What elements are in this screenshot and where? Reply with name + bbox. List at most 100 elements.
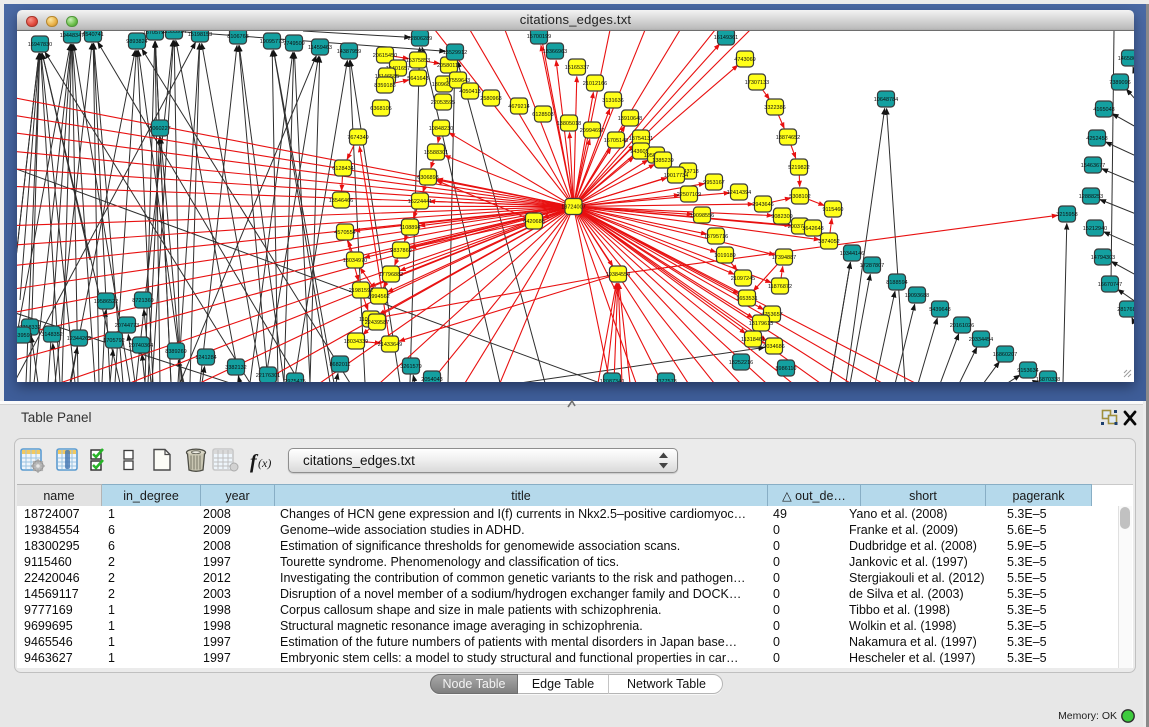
svg-text:9115460: 9115460 (822, 207, 843, 213)
svg-text:15212940: 15212940 (1083, 226, 1107, 232)
svg-text:16860207: 16860207 (993, 352, 1017, 358)
svg-text:3874052: 3874052 (818, 239, 839, 245)
svg-text:19017734: 19017734 (664, 173, 688, 179)
svg-text:3322386: 3322386 (764, 105, 785, 111)
svg-text:13546466: 13546466 (329, 198, 353, 204)
svg-text:18754131: 18754131 (629, 136, 653, 142)
svg-text:4165048: 4165048 (1093, 107, 1114, 113)
svg-text:2943646: 2943646 (752, 202, 773, 208)
svg-text:11459463: 11459463 (308, 45, 332, 51)
svg-text:1108894: 1108894 (399, 225, 420, 231)
svg-text:14387959: 14387959 (337, 49, 361, 55)
svg-text:8389269: 8389269 (165, 349, 186, 355)
svg-text:5439648: 5439648 (929, 307, 950, 313)
svg-text:5060227: 5060227 (149, 126, 170, 132)
svg-text:12344269: 12344269 (67, 336, 91, 342)
svg-text:8721369: 8721369 (132, 298, 153, 304)
svg-text:8682011: 8682011 (329, 362, 350, 368)
svg-text:21433649: 21433649 (378, 342, 402, 348)
svg-text:21353914: 21353914 (162, 31, 186, 35)
svg-text:19098556: 19098556 (690, 213, 714, 219)
svg-text:6540741: 6540741 (82, 32, 103, 38)
svg-text:3382132: 3382132 (225, 365, 246, 371)
svg-text:18252216: 18252216 (729, 360, 753, 366)
svg-text:11876872: 11876872 (768, 284, 792, 290)
svg-text:16224441: 16224441 (408, 199, 432, 205)
svg-text:16947830: 16947830 (28, 42, 52, 48)
svg-text:1241284: 1241284 (195, 355, 216, 361)
svg-text:16670747: 16670747 (1098, 282, 1122, 288)
svg-text:20580115: 20580115 (437, 63, 461, 69)
svg-text:14658665: 14658665 (1118, 56, 1134, 62)
svg-text:9837869: 9837869 (390, 248, 411, 254)
svg-text:21012166: 21012166 (583, 81, 607, 87)
svg-text:11318461: 11318461 (741, 337, 765, 343)
svg-text:15588301: 15588301 (424, 150, 448, 156)
svg-text:5308102: 5308102 (789, 194, 810, 200)
svg-text:3642648: 3642648 (802, 226, 823, 232)
svg-text:18034339: 18034339 (344, 339, 368, 345)
svg-text:20334454: 20334454 (969, 337, 993, 343)
svg-text:7389096: 7389096 (1109, 80, 1130, 86)
svg-text:1019189: 1019189 (714, 253, 735, 259)
svg-text:6128434: 6128434 (332, 166, 353, 172)
svg-text:4570554: 4570554 (334, 230, 355, 236)
svg-text:8188594: 8188594 (886, 280, 907, 286)
svg-text:5219822: 5219822 (788, 165, 809, 171)
svg-text:18034970: 18034970 (343, 258, 367, 264)
svg-text:12087340: 12087340 (600, 379, 624, 382)
svg-text:10344146: 10344146 (840, 251, 864, 257)
svg-text:21097245: 21097245 (731, 276, 755, 282)
svg-text:18874652: 18874652 (776, 135, 800, 141)
svg-text:8106768: 8106768 (227, 34, 248, 40)
svg-text:8359183: 8359183 (374, 83, 395, 89)
svg-text:18724007: 18724007 (561, 205, 585, 211)
svg-text:3261579: 3261579 (400, 364, 421, 370)
svg-text:22507109: 22507109 (677, 192, 701, 198)
svg-text:4679214: 4679214 (508, 104, 529, 110)
svg-text:13529912: 13529912 (443, 50, 467, 56)
svg-text:9953167: 9953167 (703, 180, 724, 186)
svg-text:2580963: 2580963 (480, 96, 501, 102)
svg-text:9153634: 9153634 (1017, 368, 1038, 374)
svg-text:5641643: 5641643 (407, 76, 428, 82)
svg-text:22176301: 22176301 (256, 373, 280, 379)
svg-text:10648784: 10648784 (874, 97, 898, 103)
svg-text:13805018: 13805018 (557, 121, 581, 127)
svg-text:8539591: 8539591 (17, 333, 33, 339)
svg-text:9034686: 9034686 (763, 344, 784, 350)
svg-text:17394887: 17394887 (772, 255, 796, 261)
svg-text:15700199: 15700199 (527, 34, 551, 40)
svg-text:3131636: 3131636 (602, 98, 623, 104)
svg-text:2817683: 2817683 (1117, 307, 1134, 313)
svg-text:15165337: 15165337 (565, 65, 589, 71)
svg-text:15375853: 15375853 (406, 58, 430, 64)
svg-text:9082309: 9082309 (771, 214, 792, 220)
svg-text:7749509: 7749509 (283, 41, 304, 47)
svg-text:19586522: 19586522 (94, 299, 118, 305)
svg-text:17796882: 17796882 (379, 272, 403, 278)
svg-text:20740364: 20740364 (129, 343, 153, 349)
svg-text:12888253: 12888253 (1079, 194, 1103, 200)
svg-text:3148352: 3148352 (41, 332, 62, 338)
svg-text:22806289: 22806289 (408, 36, 432, 42)
svg-text:14794303: 14794303 (1091, 255, 1115, 261)
svg-text:16705148: 16705148 (604, 138, 628, 144)
svg-text:6128503: 6128503 (532, 112, 553, 118)
svg-text:21981592: 21981592 (349, 288, 373, 294)
svg-text:9893824: 9893824 (126, 39, 147, 45)
svg-text:6306893: 6306893 (417, 175, 438, 181)
svg-text:6994562: 6994562 (368, 294, 389, 300)
svg-text:6368105: 6368105 (370, 106, 391, 112)
svg-text:1653531: 1653531 (736, 296, 757, 302)
svg-text:15463677: 15463677 (1081, 163, 1105, 169)
svg-text:15198153: 15198153 (188, 32, 212, 38)
svg-text:19448347: 19448347 (60, 33, 84, 39)
svg-text:4252458: 4252458 (1086, 136, 1107, 142)
svg-text:8986110: 8986110 (775, 366, 796, 372)
svg-text:1385239: 1385239 (652, 158, 673, 164)
svg-text:20161026: 20161026 (950, 323, 974, 329)
svg-text:17307133: 17307133 (745, 80, 769, 86)
svg-text:13910648: 13910648 (618, 116, 642, 122)
svg-text:16870338: 16870338 (1036, 377, 1060, 382)
